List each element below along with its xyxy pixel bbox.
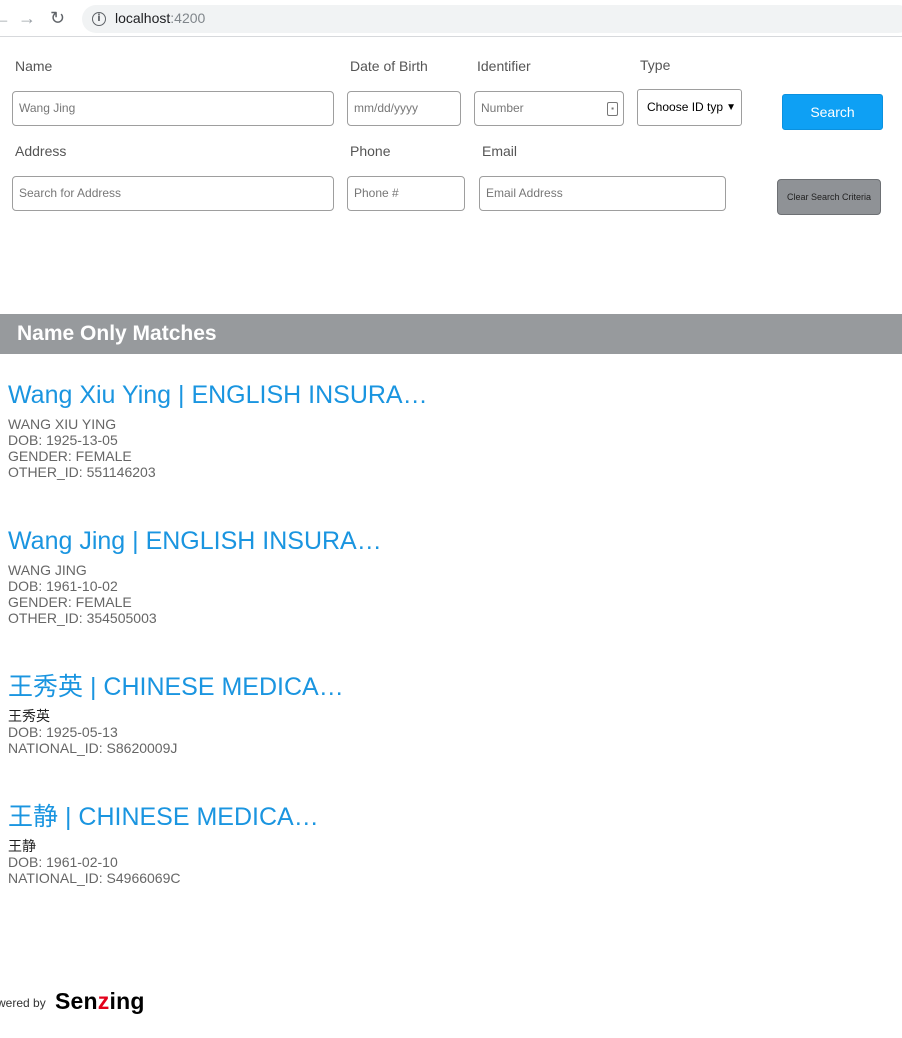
- result-name: 王静: [8, 838, 36, 854]
- senzing-logo[interactable]: Senzing: [55, 988, 145, 1015]
- brand-part: ing: [109, 988, 145, 1014]
- clear-search-button[interactable]: Clear Search Criteria: [777, 179, 881, 215]
- id-type-select[interactable]: Choose ID typ ▼: [637, 89, 742, 126]
- back-arrow-icon[interactable]: ←: [0, 8, 11, 28]
- type-label: Type: [640, 57, 671, 73]
- address-bar[interactable]: i localhost:4200: [82, 5, 902, 33]
- url-text: localhost:4200: [115, 10, 205, 26]
- result-gender: GENDER: FEMALE: [8, 448, 132, 464]
- reload-icon[interactable]: ↻: [50, 8, 65, 28]
- result-title-link[interactable]: Wang Jing | ENGLISH INSURA…: [8, 526, 382, 556]
- browser-toolbar: ← → ↻ i localhost:4200: [0, 0, 902, 37]
- brand-part: Sen: [55, 988, 98, 1014]
- address-input[interactable]: Search for Address: [12, 176, 334, 211]
- info-icon[interactable]: i: [92, 12, 106, 26]
- search-button[interactable]: Search: [782, 94, 883, 130]
- result-title-link[interactable]: 王静 | CHINESE MEDICA…: [8, 802, 319, 832]
- result-id: NATIONAL_ID: S4966069C: [8, 870, 181, 886]
- result-gender: GENDER: FEMALE: [8, 594, 132, 610]
- result-dob: DOB: 1925-13-05: [8, 432, 118, 448]
- result-dob: DOB: 1961-10-02: [8, 578, 118, 594]
- result-id: OTHER_ID: 354505003: [8, 610, 157, 626]
- result-name: 王秀英: [8, 708, 50, 724]
- name-label: Name: [15, 58, 53, 74]
- result-dob: DOB: 1925-05-13: [8, 724, 118, 740]
- dropdown-arrow-icon: ▼: [726, 102, 736, 113]
- contact-card-icon: ▪: [607, 102, 618, 116]
- email-label: Email: [482, 143, 518, 159]
- result-id: NATIONAL_ID: S8620009J: [8, 740, 178, 756]
- forward-arrow-icon[interactable]: →: [18, 8, 36, 28]
- result-id: OTHER_ID: 551146203: [8, 464, 156, 480]
- phone-input[interactable]: Phone #: [347, 176, 465, 211]
- result-title-link[interactable]: 王秀英 | CHINESE MEDICA…: [8, 672, 344, 702]
- identifier-placeholder: Number: [481, 101, 524, 115]
- result-title-link[interactable]: Wang Xiu Ying | ENGLISH INSURA…: [8, 380, 428, 410]
- address-label: Address: [15, 143, 67, 159]
- identifier-label: Identifier: [477, 58, 531, 74]
- brand-z: z: [97, 988, 110, 1014]
- name-input[interactable]: Wang Jing: [12, 91, 334, 126]
- result-item: Wang Xiu Ying | ENGLISH INSURA… WANG XIU…: [8, 380, 428, 480]
- url-host: localhost: [115, 10, 171, 26]
- email-input[interactable]: Email Address: [479, 176, 726, 211]
- result-item: 王秀英 | CHINESE MEDICA… 王秀英 DOB: 1925-05-1…: [8, 672, 344, 756]
- result-dob: DOB: 1961-02-10: [8, 854, 118, 870]
- dob-input[interactable]: mm/dd/yyyy: [347, 91, 461, 126]
- powered-by-text: wered by: [0, 996, 46, 1010]
- identifier-input[interactable]: Number ▪: [474, 91, 624, 126]
- section-title: Name Only Matches: [17, 322, 217, 345]
- result-item: 王静 | CHINESE MEDICA… 王静 DOB: 1961-02-10 …: [8, 802, 319, 886]
- result-item: Wang Jing | ENGLISH INSURA… WANG JING DO…: [8, 526, 382, 626]
- phone-label: Phone: [350, 143, 391, 159]
- dob-label: Date of Birth: [350, 58, 428, 74]
- result-name: WANG JING: [8, 562, 87, 578]
- results-section-header: Name Only Matches: [0, 314, 902, 354]
- result-name: WANG XIU YING: [8, 416, 117, 432]
- url-port: :4200: [170, 10, 206, 26]
- id-type-value: Choose ID typ: [647, 100, 724, 114]
